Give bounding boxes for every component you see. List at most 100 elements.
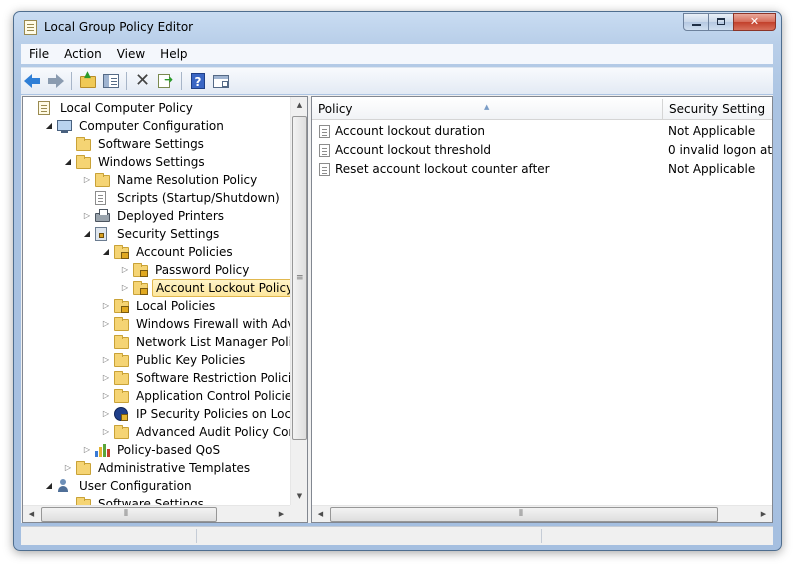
collapse-arrow-icon[interactable]: ◢ [63,153,73,171]
scroll-up-icon[interactable]: ▲ [291,97,307,114]
scroll-right-icon[interactable]: ▶ [755,506,772,522]
tree-node[interactable]: ◢ Account Policies [23,243,291,261]
tree-vscroll-thumb[interactable]: ≡ [292,116,307,440]
menu-action[interactable]: Action [56,47,109,61]
list-item[interactable]: Account lockout duration Not Applicable [312,122,772,141]
help-icon: ? [191,73,205,89]
tree-node[interactable]: ◢ Security Settings [23,225,291,243]
tree-node[interactable]: ◢ Computer Configuration [23,117,291,135]
help-button[interactable]: ? [187,70,209,92]
caption-buttons: ✕ [683,13,776,31]
list-item[interactable]: Reset account lockout counter after Not A… [312,160,772,179]
tree-node-label: User Configuration [79,479,192,493]
collapse-arrow-icon[interactable]: ◢ [101,243,111,261]
tree-node[interactable]: ▷ IP Security Policies on Local Co [23,405,307,423]
expand-arrow-icon[interactable]: ▷ [120,279,130,297]
column-header-security-setting[interactable]: Security Setting [663,97,772,119]
expand-arrow-icon[interactable]: ▷ [101,423,111,441]
export-list-button[interactable] [155,70,177,92]
tree-node[interactable]: ▷ Administrative Templates [23,459,291,477]
forward-arrow-icon [48,74,64,88]
expand-arrow-icon[interactable]: ▷ [101,369,111,387]
menu-file[interactable]: File [21,47,56,61]
tree-node[interactable]: ▷ Policy-based QoS [23,441,291,459]
tree-node[interactable]: Network List Manager Policies [23,333,307,351]
tree-node[interactable]: ▷ Application Control Policies [23,387,298,405]
scroll-right-icon[interactable]: ▶ [273,506,290,522]
tree-node-label: Windows Settings [98,155,205,169]
expand-arrow-icon[interactable]: ▷ [101,387,111,405]
tree-node[interactable]: ▷ Account Lockout Policy [23,279,298,297]
list-horizontal-scrollbar[interactable]: ◀ ⦀ ▶ [312,505,772,522]
selected-tree-node-label: Account Lockout Policy [152,279,298,297]
scroll-corner [290,505,307,522]
column-header-policy[interactable]: Policy ▲ [312,97,663,119]
expand-arrow-icon[interactable]: ▷ [63,459,73,477]
tree-node-label: Policy-based QoS [117,443,221,457]
tree-node[interactable]: ▷ Local Policies [23,297,291,315]
collapse-arrow-icon[interactable]: ◢ [44,117,54,135]
show-hide-tree-button[interactable] [100,70,122,92]
scroll-down-icon[interactable]: ▼ [291,488,307,505]
tree-hscroll-thumb[interactable]: ⦀ [41,507,217,522]
list-hscroll-thumb[interactable]: ⦀ [330,507,718,522]
tree-node[interactable]: ▷ Deployed Printers [23,207,291,225]
bar-chart-icon [95,443,110,457]
tree-node[interactable]: ◢ User Configuration [23,477,291,495]
tree-node-label: Network List Manager Policies [136,335,308,349]
expand-arrow-icon[interactable]: ▷ [101,297,111,315]
scroll-left-icon[interactable]: ◀ [23,506,40,522]
expand-arrow-icon[interactable]: ▷ [101,405,111,423]
tree-node-label: Software Restriction Policies [136,371,305,385]
forward-button[interactable] [45,70,67,92]
expand-arrow-icon[interactable]: ▷ [82,441,92,459]
tree-node[interactable]: Software Settings [23,135,291,153]
properties-button[interactable] [210,70,232,92]
list-item[interactable]: Account lockout threshold 0 invalid logon… [312,141,772,160]
bar-chart-icon-bar [107,449,110,457]
maximize-button[interactable] [708,13,734,31]
printer-icon [95,209,110,222]
delete-button[interactable]: ✕ [132,70,154,92]
title-bar[interactable]: Local Group Policy Editor ✕ [14,12,781,42]
folder-icon [76,137,91,151]
tree-node[interactable]: ▷ Software Restriction Policies [23,369,305,387]
main-window: Local Group Policy Editor ✕ File Action … [13,11,782,551]
tree-node[interactable]: ▷ Windows Firewall with Advance [23,315,307,333]
minimize-icon [692,24,701,26]
scroll-left-icon[interactable]: ◀ [312,506,329,522]
app-icon[interactable] [24,20,37,35]
back-button[interactable] [22,70,44,92]
tree-node[interactable]: ▷ Advanced Audit Policy Configu [23,423,307,441]
expand-arrow-icon[interactable]: ▷ [101,315,111,333]
menu-view[interactable]: View [109,47,152,61]
minimize-button[interactable] [683,13,709,31]
tree-node[interactable]: ▷ Password Policy [23,261,291,279]
up-one-level-button[interactable] [77,70,99,92]
export-icon [158,73,173,88]
tree-node-label: Public Key Policies [136,353,246,367]
console-tree[interactable]: Local Computer Policy ◢ Computer Configura… [22,96,308,523]
tree-node[interactable]: Scripts (Startup/Shutdown) [23,189,291,207]
tree-node-label: Administrative Templates [98,461,251,475]
tree-node[interactable]: ▷ Public Key Policies [23,351,291,369]
menu-help[interactable]: Help [152,47,194,61]
tree-node-label: Scripts (Startup/Shutdown) [117,191,280,205]
tree-node[interactable]: Local Computer Policy [23,99,291,117]
collapse-arrow-icon[interactable]: ◢ [82,225,92,243]
tree-node-label: Account Policies [136,245,233,259]
expand-arrow-icon[interactable]: ▷ [120,261,130,279]
security-icon [95,227,107,241]
expand-arrow-icon[interactable]: ▷ [82,171,92,189]
expand-arrow-icon[interactable]: ▷ [82,207,92,225]
tree-node[interactable]: ▷ Name Resolution Policy [23,171,291,189]
collapse-arrow-icon[interactable]: ◢ [44,477,54,495]
close-button[interactable]: ✕ [733,13,776,31]
expand-arrow-icon[interactable]: ▷ [101,351,111,369]
tree-vertical-scrollbar[interactable]: ▲ ≡ ▼ [290,97,307,505]
toolbar: ✕ ? [21,67,773,94]
column-header-security-setting-label: Security Setting [669,102,766,116]
details-list[interactable]: Policy ▲ Security Setting Account lockou… [311,96,773,523]
tree-node[interactable]: ◢ Windows Settings [23,153,291,171]
tree-horizontal-scrollbar[interactable]: ◀ ⦀ ▶ [23,505,290,522]
